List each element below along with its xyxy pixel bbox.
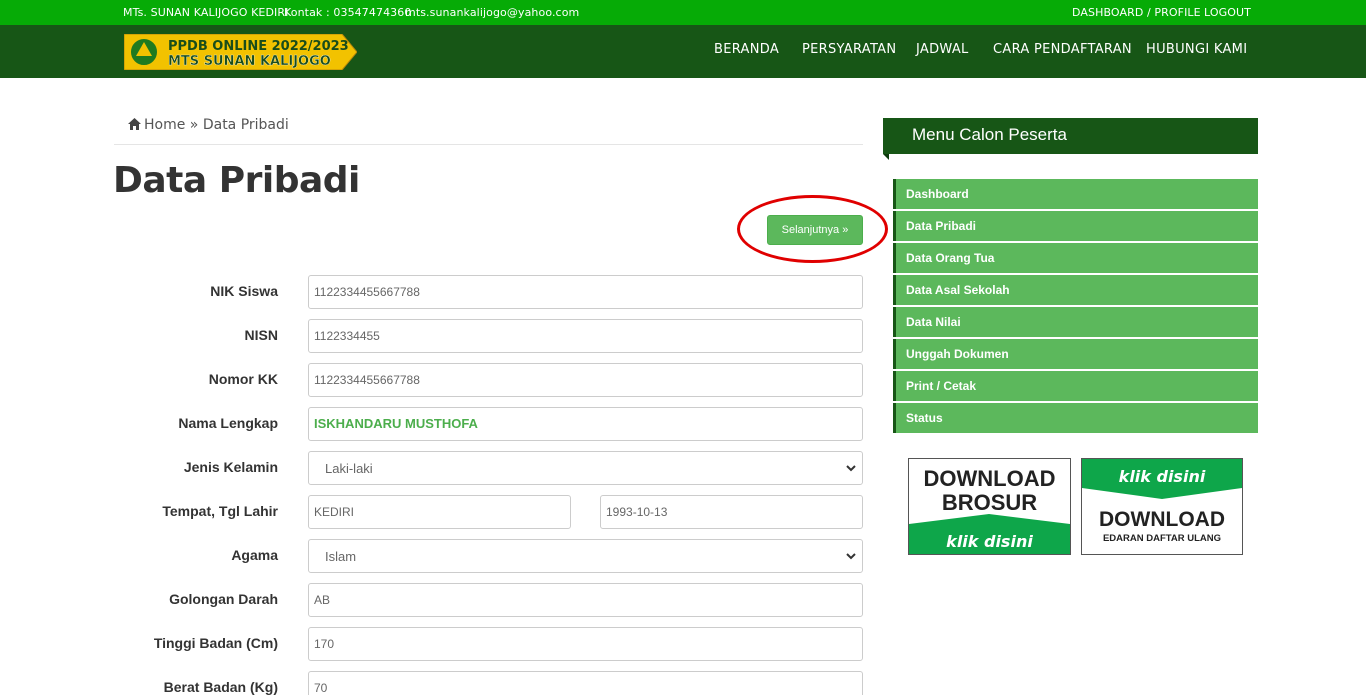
dashboard-profile-link[interactable]: DASHBOARD / PROFILE [1072,6,1201,19]
next-button[interactable]: Selanjutnya » [767,215,863,245]
agama-label: Agama [231,547,278,563]
svg-text:DOWNLOAD: DOWNLOAD [1099,508,1225,531]
tempat-lahir-input[interactable]: KEDIRI [308,495,571,529]
nama-label: Nama Lengkap [178,415,278,431]
breadcrumb: Home » Data Pribadi [128,117,289,134]
ttl-label: Tempat, Tgl Lahir [162,503,278,519]
nik-label: NIK Siswa [210,283,278,299]
berat-badan-label: Berat Badan (Kg) [163,679,278,695]
svg-text:klik disini: klik disini [1119,467,1206,486]
sidebar-header-fold [883,154,889,160]
logout-link[interactable]: LOGOUT [1204,6,1251,19]
kk-input[interactable]: 1122334455667788 [308,363,863,397]
breadcrumb-home-link[interactable]: Home [144,117,185,133]
nav-beranda[interactable]: BERANDA [714,42,779,57]
breadcrumb-separator: » [189,117,199,133]
sidebar-item-data-pribadi[interactable]: Data Pribadi [893,211,1258,241]
svg-text:BROSUR: BROSUR [942,490,1037,515]
svg-text:DOWNLOAD: DOWNLOAD [924,466,1056,491]
home-icon [128,118,141,134]
sidebar-header: Menu Calon Peserta [883,118,1258,154]
jenis-kelamin-value: Laki-laki [325,461,373,476]
svg-text:PPDB ONLINE 2022/2023: PPDB ONLINE 2022/2023 [168,39,349,54]
golongan-darah-label: Golongan Darah [169,591,278,607]
nisn-label: NISN [244,327,278,343]
sidebar-item-print-cetak[interactable]: Print / Cetak [893,371,1258,401]
jenis-kelamin-label: Jenis Kelamin [183,459,278,475]
nav-jadwal[interactable]: JADWAL [916,42,969,57]
kk-label: Nomor KK [208,371,278,387]
svg-text:MTS SUNAN KALIJOGO: MTS SUNAN KALIJOGO [168,54,331,69]
chevron-down-icon [845,462,857,477]
nav-hubungi-kami[interactable]: HUBUNGI KAMI [1146,42,1247,57]
agama-value: Islam [325,549,357,564]
tinggi-badan-input[interactable]: 170 [308,627,863,661]
berat-badan-input[interactable]: 70 [308,671,863,695]
sidebar-item-dashboard[interactable]: Dashboard [893,179,1258,209]
sidebar-item-data-asal-sekolah[interactable]: Data Asal Sekolah [893,275,1258,305]
school-name: MTs. SUNAN KALIJOGO KEDIRI [123,6,289,19]
main-navbar: PPDB ONLINE 2022/2023 MTS SUNAN KALIJOGO… [0,25,1366,78]
svg-text:EDARAN DAFTAR ULANG: EDARAN DAFTAR ULANG [1103,533,1221,544]
contact-email-link[interactable]: mts.sunankalijogo@yahoo.com [405,6,579,19]
agama-select[interactable]: Islam [308,539,863,573]
nik-input[interactable]: 1122334455667788 [308,275,863,309]
jenis-kelamin-select[interactable]: Laki-laki [308,451,863,485]
golongan-darah-input[interactable]: AB [308,583,863,617]
tanggal-lahir-input[interactable]: 1993-10-13 [600,495,863,529]
page-title: Data Pribadi [113,160,360,201]
nisn-input[interactable]: 1122334455 [308,319,863,353]
breadcrumb-divider [114,144,863,145]
site-logo[interactable]: PPDB ONLINE 2022/2023 MTS SUNAN KALIJOGO [124,34,357,70]
nav-persyaratan[interactable]: PERSYARATAN [802,42,896,57]
download-brosur-banner[interactable]: DOWNLOAD BROSUR klik disini [908,458,1071,555]
download-edaran-banner[interactable]: klik disini DOWNLOAD EDARAN DAFTAR ULANG [1081,458,1244,555]
contact-phone: Kontak : 03547474360 [284,6,412,19]
sidebar-item-data-nilai[interactable]: Data Nilai [893,307,1258,337]
sidebar-title: Menu Calon Peserta [912,125,1067,144]
sidebar-item-status[interactable]: Status [893,403,1258,433]
top-bar: MTs. SUNAN KALIJOGO KEDIRI Kontak : 0354… [0,0,1366,25]
svg-text:klik disini: klik disini [946,532,1033,551]
breadcrumb-current: Data Pribadi [202,117,289,133]
tinggi-badan-label: Tinggi Badan (Cm) [153,635,278,651]
nav-cara-pendaftaran[interactable]: CARA PENDAFTARAN [993,42,1132,57]
sidebar-item-data-orang-tua[interactable]: Data Orang Tua [893,243,1258,273]
sidebar-item-unggah-dokumen[interactable]: Unggah Dokumen [893,339,1258,369]
logo-banner: PPDB ONLINE 2022/2023 MTS SUNAN KALIJOGO [124,34,357,70]
chevron-down-icon [845,550,857,565]
nama-input[interactable]: ISKHANDARU MUSTHOFA [308,407,863,441]
